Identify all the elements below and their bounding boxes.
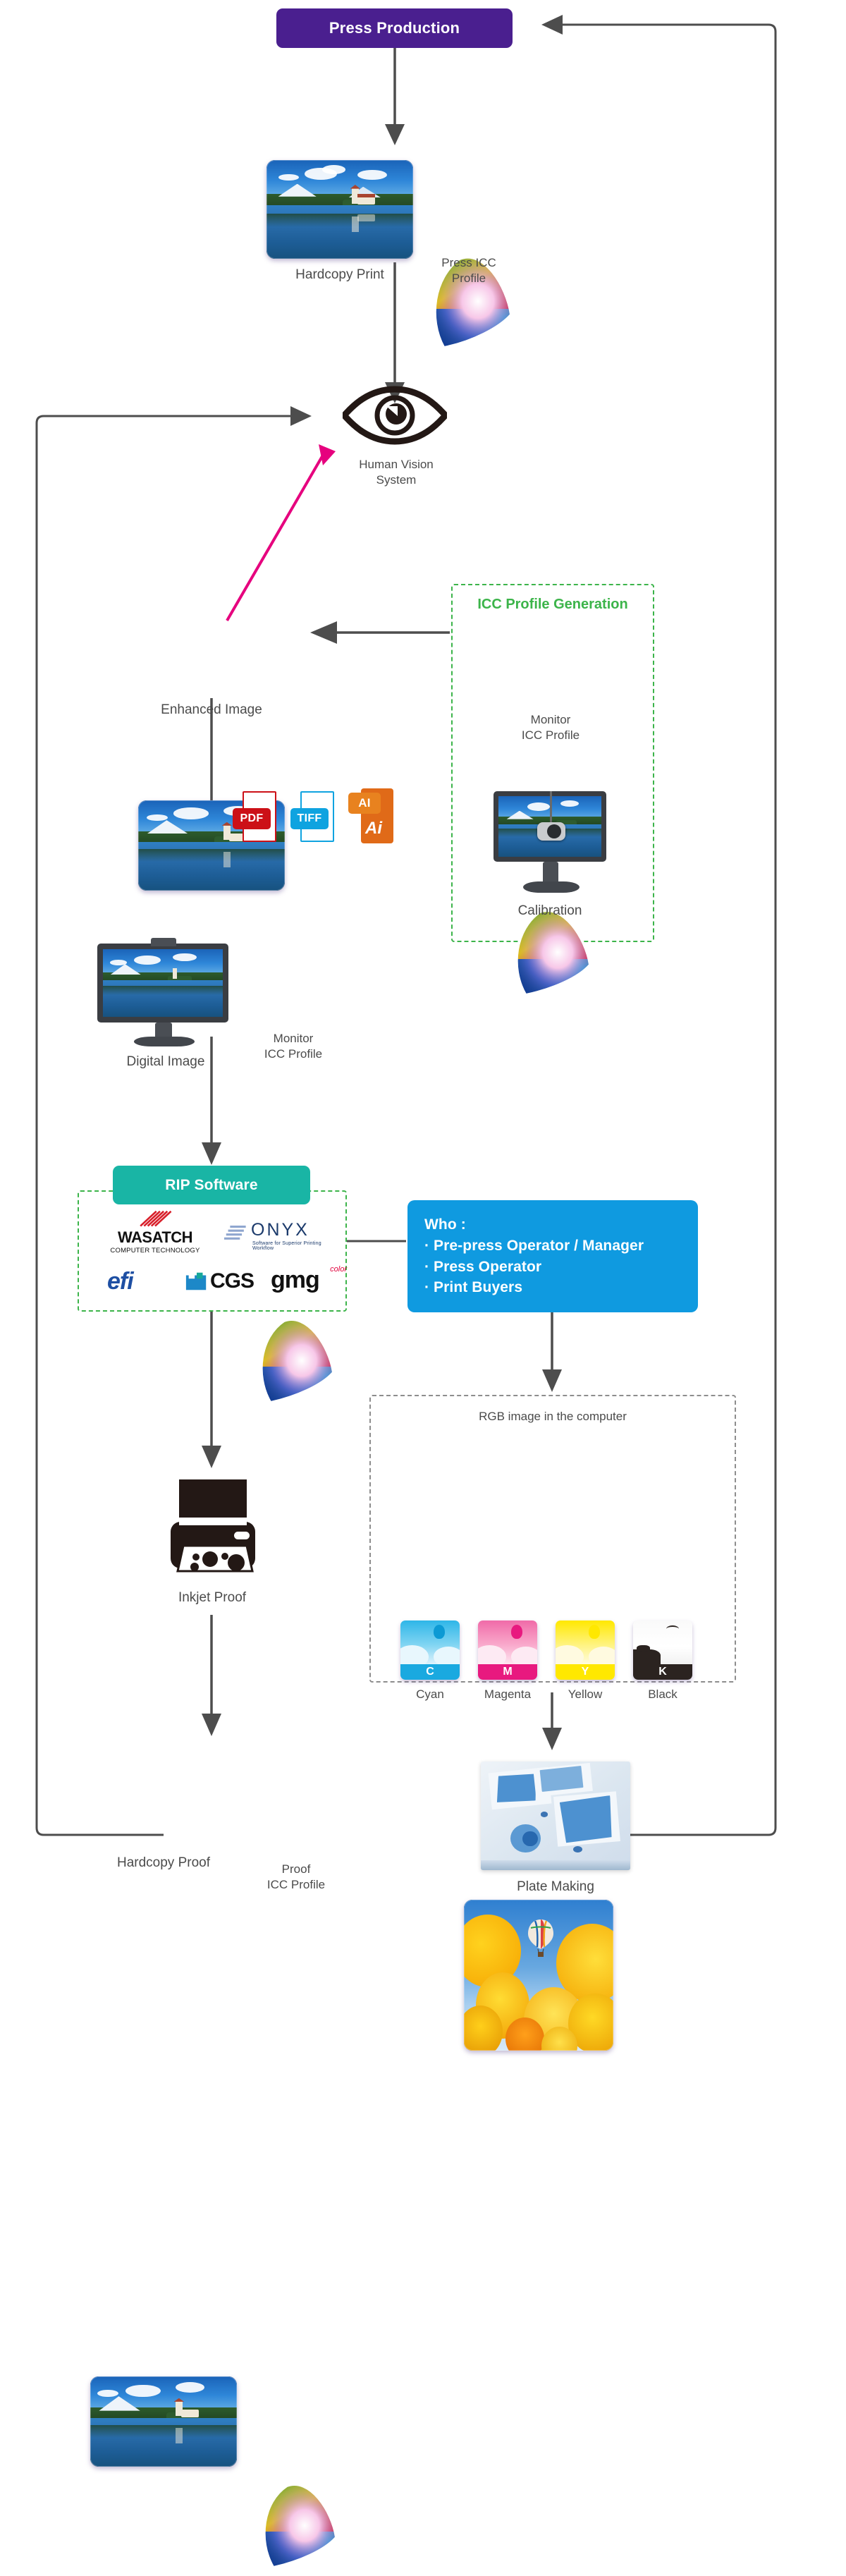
separation-yellow: Y: [556, 1620, 615, 1680]
vendor-name-wasatch: WASATCH: [117, 1228, 193, 1246]
separation-black: K: [633, 1620, 692, 1680]
separation-magenta: M: [478, 1620, 537, 1680]
file-label-tiff: TIFF: [290, 808, 329, 829]
rip-vendor-logos: WASATCH COMPUTER TECHNOLOGY ONYX Softwar…: [86, 1209, 347, 1307]
who-heading: Who :: [424, 1216, 466, 1233]
rgb-image-label: RGB image in the computer: [479, 1410, 627, 1423]
file-label-pdf: PDF: [233, 808, 271, 829]
enhanced-image-label: Enhanced Image: [161, 702, 262, 717]
separation-letter-y: Y: [556, 1664, 615, 1680]
vendor-name-onyx: ONYX: [251, 1220, 309, 1240]
separation-label-cyan: Cyan: [416, 1687, 444, 1701]
separation-cyan: C: [400, 1620, 460, 1680]
vendor-tagline-gmg: color: [330, 1265, 347, 1274]
file-icon-tiff[interactable]: TIFF: [290, 791, 334, 845]
vendor-logo-cgs[interactable]: CGS: [185, 1269, 269, 1298]
file-label-ai: AI: [348, 793, 381, 814]
vendor-tagline-wasatch: COMPUTER TECHNOLOGY: [110, 1247, 200, 1255]
calibration-monitor: [488, 791, 612, 896]
hardcopy-print-image: [266, 160, 413, 259]
plate-making-label: Plate Making: [517, 1879, 594, 1894]
monitor-icc-profile-gamut-main: [251, 1317, 336, 1408]
vendor-logo-onyx[interactable]: ONYX Software for Superior Printing Work…: [220, 1220, 340, 1257]
calibration-label: Calibration: [517, 903, 582, 918]
vendor-logo-gmg[interactable]: gmg color: [271, 1265, 347, 1299]
press-production-label: Press Production: [329, 18, 460, 37]
hardcopy-proof-image: [90, 2376, 237, 2467]
workflow-diagram: Press Production Hardcopy Print Press IC…: [0, 0, 846, 2568]
inkjet-printer-icon: [152, 1478, 272, 1584]
human-vision-label: Human Vision System: [359, 458, 434, 487]
monitor-handle: [151, 938, 176, 946]
separation-letter-c: C: [400, 1664, 460, 1680]
hardcopy-print-label: Hardcopy Print: [295, 267, 384, 282]
icc-profile-generation-title: ICC Profile Generation: [477, 597, 628, 612]
proof-icc-profile-gamut: [254, 2482, 338, 2572]
digital-image-monitor: [97, 938, 235, 1048]
monitor-icc-profile-gamut: [506, 908, 592, 1000]
proof-icc-profile-label: Proof ICC Profile: [266, 1862, 326, 1891]
press-icc-profile-label: Press ICC Profile: [441, 256, 496, 285]
vendor-name-efi: efi: [107, 1268, 134, 1295]
vendor-logo-efi[interactable]: efi: [107, 1268, 172, 1299]
vendor-name-cgs: CGS: [210, 1269, 255, 1293]
file-icon-pdf[interactable]: PDF: [233, 791, 276, 845]
monitor-icc-profile-label-main: Monitor ICC Profile: [264, 1032, 323, 1061]
inkjet-proof-label: Inkjet Proof: [178, 1590, 247, 1605]
colorimeter-puck: [537, 822, 565, 841]
press-production-banner[interactable]: Press Production: [276, 8, 513, 48]
human-vision-eye-icon: [338, 385, 451, 446]
who-item-2: · Print Buyers: [424, 1279, 523, 1296]
separation-label-yellow: Yellow: [568, 1687, 603, 1701]
rgb-image-card: [464, 1900, 613, 2051]
who-item-1: · Press Operator: [424, 1258, 542, 1275]
digital-image-label: Digital Image: [126, 1054, 205, 1069]
separation-label-magenta: Magenta: [484, 1687, 532, 1701]
vendor-logo-wasatch[interactable]: WASATCH COMPUTER TECHNOLOGY: [99, 1210, 212, 1255]
file-format-icons: PDF TIFF AI Ai: [233, 788, 395, 850]
rip-software-label: RIP Software: [165, 1176, 258, 1193]
vendor-tagline-onyx: Software for Superior Printing Workflow: [252, 1241, 321, 1251]
file-label-ai-sub: Ai: [365, 819, 382, 838]
monitor-icc-profile-label: Monitor ICC Profile: [521, 713, 580, 742]
rip-software-banner[interactable]: RIP Software: [113, 1166, 310, 1204]
separation-letter-m: M: [478, 1664, 537, 1680]
separation-letter-k: K: [633, 1664, 692, 1680]
hardcopy-proof-label: Hardcopy Proof: [116, 1855, 210, 1870]
file-icon-ai[interactable]: AI Ai: [348, 788, 395, 846]
who-box: Who : · Pre-press Operator / Manager · P…: [407, 1200, 698, 1313]
plate-making-image: [481, 1762, 630, 1870]
who-item-0: · Pre-press Operator / Manager: [424, 1237, 644, 1254]
separation-label-black: Black: [648, 1687, 678, 1701]
colorimeter-cable: [550, 791, 552, 825]
